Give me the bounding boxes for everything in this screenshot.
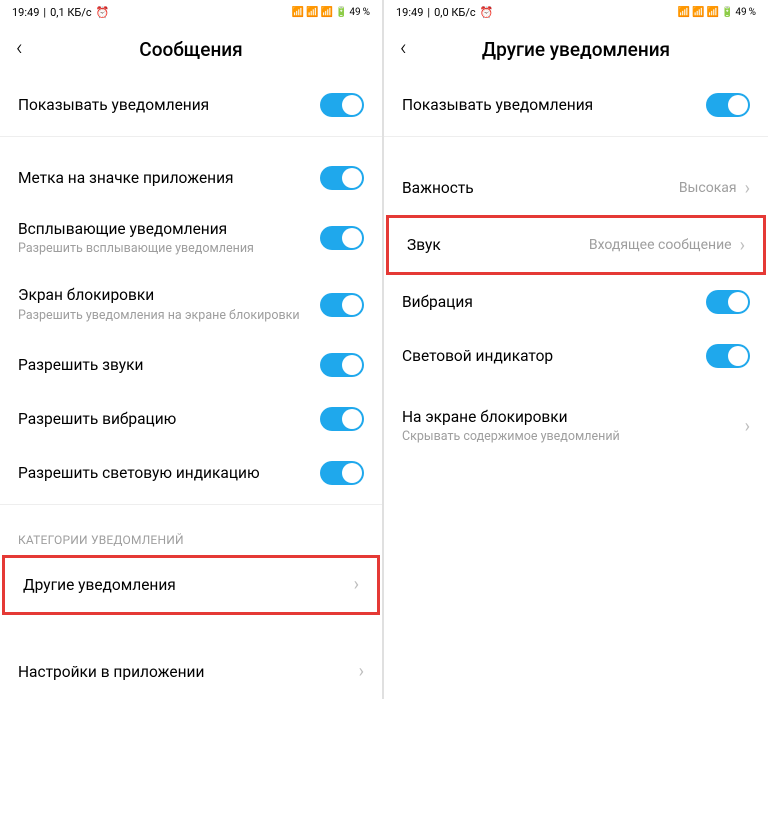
chevron-right-icon: › bbox=[359, 661, 364, 682]
row-badge[interactable]: Метка на значке приложения bbox=[0, 151, 382, 205]
row-show-notifications[interactable]: Показывать уведомления bbox=[0, 78, 382, 132]
label: Разрешить световую индикацию bbox=[18, 463, 320, 483]
chevron-right-icon: › bbox=[745, 416, 750, 437]
label: Разрешить вибрацию bbox=[18, 409, 320, 429]
row-app-settings[interactable]: Настройки в приложении › bbox=[0, 645, 382, 699]
row-sound[interactable]: Звук Входящее сообщение › bbox=[389, 218, 763, 272]
status-time: 19:49 bbox=[12, 6, 39, 19]
row-allow-light[interactable]: Разрешить световую индикацию bbox=[0, 446, 382, 500]
chevron-right-icon: › bbox=[745, 178, 750, 199]
sublabel: Скрывать содержимое уведомлений bbox=[402, 429, 745, 445]
toggle-on[interactable] bbox=[706, 93, 750, 117]
alarm-icon: ⏰ bbox=[96, 6, 110, 19]
label: Показывать уведомления bbox=[18, 95, 320, 115]
row-importance[interactable]: Важность Высокая › bbox=[384, 161, 768, 215]
label: Метка на значке приложения bbox=[18, 168, 320, 188]
row-show-notifications[interactable]: Показывать уведомления bbox=[384, 78, 768, 132]
section-categories: КАТЕГОРИИ УВЕДОМЛЕНИЙ bbox=[0, 509, 382, 555]
row-popup[interactable]: Всплывающие уведомления Разрешить всплыв… bbox=[0, 205, 382, 271]
sublabel: Разрешить уведомления на экране блокиров… bbox=[18, 308, 320, 324]
phone-right: 19:49 | 0,0 КБ/с ⏰ 📶 📶 📶 🔋 49 % ‹ Другие… bbox=[384, 0, 768, 699]
toggle-on[interactable] bbox=[320, 407, 364, 431]
row-light[interactable]: Световой индикатор bbox=[384, 329, 768, 383]
label: Настройки в приложении bbox=[18, 662, 359, 682]
highlight-sound: Звук Входящее сообщение › bbox=[386, 215, 766, 275]
chevron-right-icon: › bbox=[354, 574, 359, 595]
signal-icon: 📶 bbox=[692, 7, 704, 18]
page-title: Другие уведомления bbox=[482, 38, 670, 61]
row-allow-vibration[interactable]: Разрешить вибрацию bbox=[0, 392, 382, 446]
status-time: 19:49 bbox=[396, 6, 423, 19]
battery-pct: 49 bbox=[735, 7, 746, 18]
battery-icon: 🔋 bbox=[721, 7, 733, 18]
row-lockscreen[interactable]: На экране блокировки Скрывать содержимое… bbox=[384, 393, 768, 459]
row-allow-sound[interactable]: Разрешить звуки bbox=[0, 338, 382, 392]
toggle-on[interactable] bbox=[320, 93, 364, 117]
label: Экран блокировки bbox=[18, 285, 320, 305]
toggle-on[interactable] bbox=[320, 461, 364, 485]
value: Входящее сообщение bbox=[589, 237, 732, 253]
signal-icon: 📶 bbox=[306, 7, 318, 18]
divider bbox=[0, 136, 382, 137]
label: Световой индикатор bbox=[402, 346, 706, 366]
wifi-icon: 📶 bbox=[292, 7, 304, 18]
highlight-other-notifications: Другие уведомления › bbox=[2, 555, 380, 615]
back-icon[interactable]: ‹ bbox=[400, 38, 422, 60]
row-vibration[interactable]: Вибрация bbox=[384, 275, 768, 329]
back-icon[interactable]: ‹ bbox=[16, 38, 38, 60]
wifi-icon: 📶 bbox=[678, 7, 690, 18]
page-title: Сообщения bbox=[139, 38, 242, 61]
toggle-on[interactable] bbox=[320, 353, 364, 377]
toggle-on[interactable] bbox=[320, 226, 364, 250]
sublabel: Разрешить всплывающие уведомления bbox=[18, 241, 320, 257]
battery-icon: 🔋 bbox=[335, 7, 347, 18]
signal-icon: 📶 bbox=[321, 7, 333, 18]
row-other-notifications[interactable]: Другие уведомления › bbox=[5, 558, 377, 612]
phone-left: 19:49 | 0,1 КБ/с ⏰ 📶 📶 📶 🔋 49 % ‹ Сообще… bbox=[0, 0, 384, 699]
divider bbox=[384, 136, 768, 137]
label: Разрешить звуки bbox=[18, 355, 320, 375]
statusbar: 19:49 | 0,1 КБ/с ⏰ 📶 📶 📶 🔋 49 % bbox=[0, 0, 382, 24]
label: Другие уведомления bbox=[23, 575, 354, 595]
status-speed: 0,0 КБ/с bbox=[434, 6, 476, 19]
label: На экране блокировки bbox=[402, 407, 745, 427]
label: Всплывающие уведомления bbox=[18, 219, 320, 239]
label: Звук bbox=[407, 235, 589, 255]
battery-pct: 49 bbox=[349, 7, 360, 18]
row-lockscreen[interactable]: Экран блокировки Разрешить уведомления н… bbox=[0, 271, 382, 337]
label: Показывать уведомления bbox=[402, 95, 706, 115]
signal-icon: 📶 bbox=[707, 7, 719, 18]
toggle-on[interactable] bbox=[706, 290, 750, 314]
toggle-on[interactable] bbox=[320, 166, 364, 190]
alarm-icon: ⏰ bbox=[480, 6, 494, 19]
status-speed: 0,1 КБ/с bbox=[50, 6, 92, 19]
toggle-on[interactable] bbox=[706, 344, 750, 368]
chevron-right-icon: › bbox=[740, 235, 745, 256]
header: ‹ Другие уведомления bbox=[384, 24, 768, 78]
value: Высокая bbox=[679, 180, 737, 196]
label: Важность bbox=[402, 178, 679, 198]
toggle-on[interactable] bbox=[320, 293, 364, 317]
divider bbox=[0, 504, 382, 505]
statusbar: 19:49 | 0,0 КБ/с ⏰ 📶 📶 📶 🔋 49 % bbox=[384, 0, 768, 24]
label: Вибрация bbox=[402, 292, 706, 312]
header: ‹ Сообщения bbox=[0, 24, 382, 78]
